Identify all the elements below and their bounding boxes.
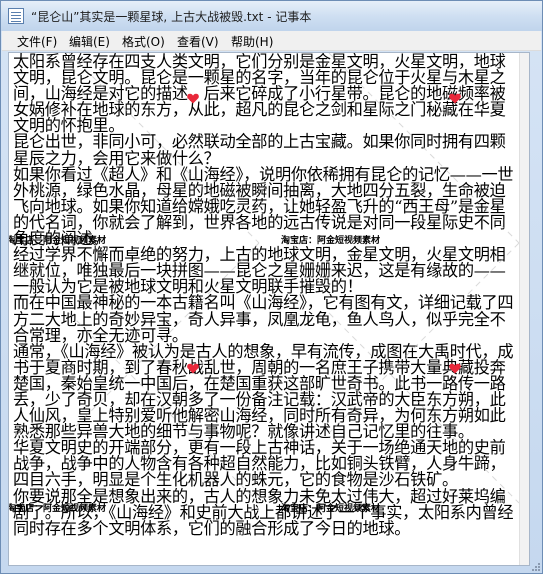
menu-file[interactable]: 文件(F) [15, 33, 59, 50]
notepad-window: “昆仑山”其实是一颗星球, 上古大战被毁.txt - 记事本 文件(F) 编辑(… [0, 0, 543, 574]
menu-bar: 文件(F) 编辑(E) 格式(O) 查看(V) 帮助(H) [2, 31, 541, 51]
title-bar[interactable]: “昆仑山”其实是一颗星球, 上古大战被毁.txt - 记事本 [1, 1, 542, 31]
menu-format[interactable]: 格式(O) [120, 33, 167, 50]
watermark-pattern [68, 53, 520, 504]
resize-grip-icon[interactable] [530, 563, 540, 571]
text-editor[interactable]: 太阳系曾经存在四支人类文明，它们分别是金星文明，火星文明，地球文明，昆仑文明。昆… [8, 52, 530, 566]
menu-help[interactable]: 帮助(H) [229, 33, 275, 50]
notepad-icon[interactable] [8, 8, 24, 24]
menu-edit[interactable]: 编辑(E) [67, 33, 112, 50]
menu-view[interactable]: 查看(V) [175, 33, 221, 50]
vertical-scrollbar[interactable] [519, 53, 529, 565]
window-title: “昆仑山”其实是一颗星球, 上古大战被毁.txt - 记事本 [31, 10, 312, 24]
